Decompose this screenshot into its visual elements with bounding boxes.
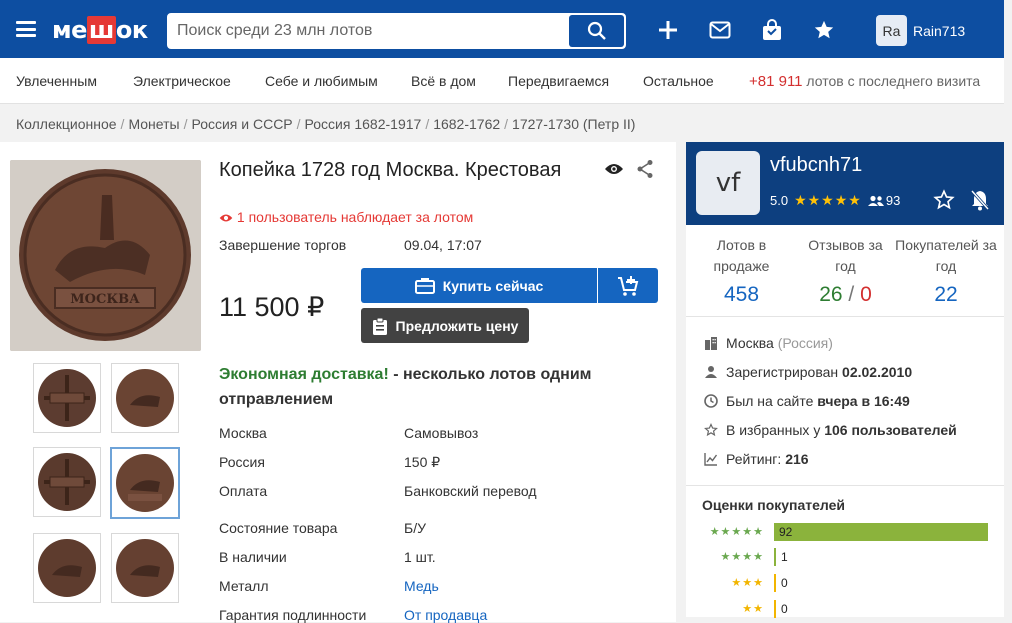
seller-location: Москва (Россия) xyxy=(704,335,833,351)
category-bar: Увлеченным Электрическое Себе и любимым … xyxy=(0,58,1004,104)
lot-title: Копейка 1728 год Москва. Крестовая xyxy=(219,159,562,181)
bag-icon[interactable] xyxy=(760,18,784,42)
buyer-ratings-title: Оценки покупателей xyxy=(702,497,846,513)
person-icon xyxy=(705,366,717,378)
breadcrumb-link[interactable]: 1727-1730 (Петр II) xyxy=(512,116,635,132)
seller-name[interactable]: vfubcnh71 xyxy=(770,154,862,177)
detail-value: Самовывоз xyxy=(404,425,479,441)
photo-thumbnail[interactable] xyxy=(33,447,101,517)
star-outline-icon xyxy=(704,423,718,437)
end-label: Завершение торгов xyxy=(219,237,347,253)
breadcrumb-link[interactable]: 1682-1762 xyxy=(433,116,500,132)
category-link[interactable]: Остальное xyxy=(643,73,714,89)
make-offer-button[interactable]: Предложить цену xyxy=(361,308,529,343)
buy-now-button[interactable]: Купить сейчас xyxy=(361,268,597,303)
category-link[interactable]: Всё в дом xyxy=(411,73,476,89)
main-photo[interactable]: МОСКВА xyxy=(10,160,201,351)
seller-registered: Зарегистрирован 02.02.2010 xyxy=(704,364,912,380)
category-link[interactable]: Себе и любимым xyxy=(265,73,378,89)
avatar: Ra xyxy=(876,15,907,46)
detail-label: Металл xyxy=(219,578,269,594)
category-link[interactable]: Электрическое xyxy=(133,73,231,89)
detail-label: Москва xyxy=(219,425,267,441)
detail-value-link[interactable]: Медь xyxy=(404,578,439,594)
detail-label: В наличии xyxy=(219,549,287,565)
detail-value: Банковский перевод xyxy=(404,483,537,499)
eye-icon xyxy=(219,214,233,222)
seller-rating: 5.0 ★★★★★ 93 xyxy=(770,192,901,208)
photo-thumbnail[interactable] xyxy=(111,363,179,433)
new-lots-counter[interactable]: +81 911 лотов с последнего визита xyxy=(749,73,980,90)
breadcrumb: Коллекционное / Монеты / Россия и СССР / Росси… xyxy=(16,116,636,132)
share-icon[interactable] xyxy=(636,159,654,184)
watch-icon[interactable] xyxy=(604,162,624,181)
seller-rank: Рейтинг: 216 xyxy=(704,451,809,467)
trend-icon xyxy=(704,453,718,466)
rating-bar[interactable]: 92 xyxy=(774,523,988,541)
delivery-promo: Экономная доставка! - несколько лотов од… xyxy=(219,366,592,408)
search-button[interactable] xyxy=(569,15,624,47)
add-to-cart-button[interactable] xyxy=(598,268,658,303)
detail-value: 150 ₽ xyxy=(404,454,441,470)
top-bar: мешок Ra Rain713 xyxy=(0,0,1004,58)
seller-avatar[interactable]: vf xyxy=(696,151,760,215)
detail-label: Оплата xyxy=(219,483,268,499)
rating-bar[interactable]: 0 xyxy=(774,574,794,592)
briefcase-icon xyxy=(414,278,435,294)
notifications-off-icon[interactable] xyxy=(970,189,990,216)
rating-row-stars: ★★★★ xyxy=(720,551,764,563)
cart-add-icon xyxy=(618,275,639,296)
plus-icon[interactable] xyxy=(656,18,680,42)
photo-thumbnail[interactable] xyxy=(111,533,179,603)
rating-stars: ★★★★★ xyxy=(794,192,862,208)
photo-thumbnail[interactable] xyxy=(33,533,101,603)
page-scrollbar[interactable] xyxy=(1004,0,1012,617)
detail-value: Б/У xyxy=(404,520,426,536)
user-menu[interactable]: Ra Rain713 xyxy=(876,15,965,46)
category-link[interactable]: Увлеченным xyxy=(16,73,97,89)
detail-value: 1 шт. xyxy=(404,549,436,565)
site-logo[interactable]: мешок xyxy=(52,16,148,44)
breadcrumb-link[interactable]: Россия 1682-1917 xyxy=(305,116,422,132)
rating-row-stars: ★★★ xyxy=(731,577,764,589)
seller-last-online: Был на сайте вчера в 16:49 xyxy=(704,393,910,409)
detail-value-link[interactable]: От продавца xyxy=(404,607,487,623)
rating-row-stars: ★★ xyxy=(742,603,764,615)
stat-lots[interactable]: Лотов в продаже 458 xyxy=(694,235,789,307)
clock-icon xyxy=(704,394,718,408)
city-icon xyxy=(705,337,717,350)
seller-header: vf vfubcnh71 5.0 ★★★★★ 93 xyxy=(686,142,1006,225)
category-link[interactable]: Передвигаемся xyxy=(508,73,609,89)
clipboard-icon xyxy=(372,317,387,335)
detail-label: Состояние товара xyxy=(219,520,338,536)
menu-icon[interactable] xyxy=(16,21,36,37)
search-icon xyxy=(587,21,606,40)
lot-price: 11 500 ₽ xyxy=(219,292,325,322)
photo-thumbnail[interactable] xyxy=(33,363,101,433)
end-value: 09.04, 17:07 xyxy=(404,237,482,253)
favorite-seller-icon[interactable] xyxy=(933,189,955,216)
search-input[interactable] xyxy=(169,15,569,47)
followers-icon xyxy=(867,195,884,206)
username: Rain713 xyxy=(913,22,966,39)
seller-panel: Лотов в продаже 458 Отзывов за год 26 / … xyxy=(686,225,1006,618)
breadcrumb-link[interactable]: Россия и СССР xyxy=(191,116,292,132)
rating-bar[interactable]: 1 xyxy=(774,548,794,566)
watchers-info: 1 пользователь наблюдает за лотом xyxy=(219,209,473,225)
breadcrumb-link[interactable]: Коллекционное xyxy=(16,116,117,132)
seller-favorites: В избранных у 106 пользователей xyxy=(704,422,957,438)
detail-label: Гарантия подлинности xyxy=(219,607,367,623)
stat-reviews[interactable]: Отзывов за год 26 / 0 xyxy=(798,235,893,307)
rating-row-stars: ★★★★★ xyxy=(709,526,764,538)
svg-text:МОСКВА: МОСКВА xyxy=(70,292,140,307)
star-icon[interactable] xyxy=(812,18,836,42)
search-bar xyxy=(167,13,626,49)
photo-thumbnail-selected[interactable] xyxy=(110,447,180,519)
breadcrumb-link[interactable]: Монеты xyxy=(128,116,179,132)
detail-label: Россия xyxy=(219,454,265,470)
stat-buyers[interactable]: Покупателей за год 22 xyxy=(891,235,1001,307)
mail-icon[interactable] xyxy=(708,18,732,42)
lot-card: МОСКВА Копейка 1728 год Москва. Крестова… xyxy=(0,142,676,623)
rating-bar[interactable]: 0 xyxy=(774,600,794,618)
